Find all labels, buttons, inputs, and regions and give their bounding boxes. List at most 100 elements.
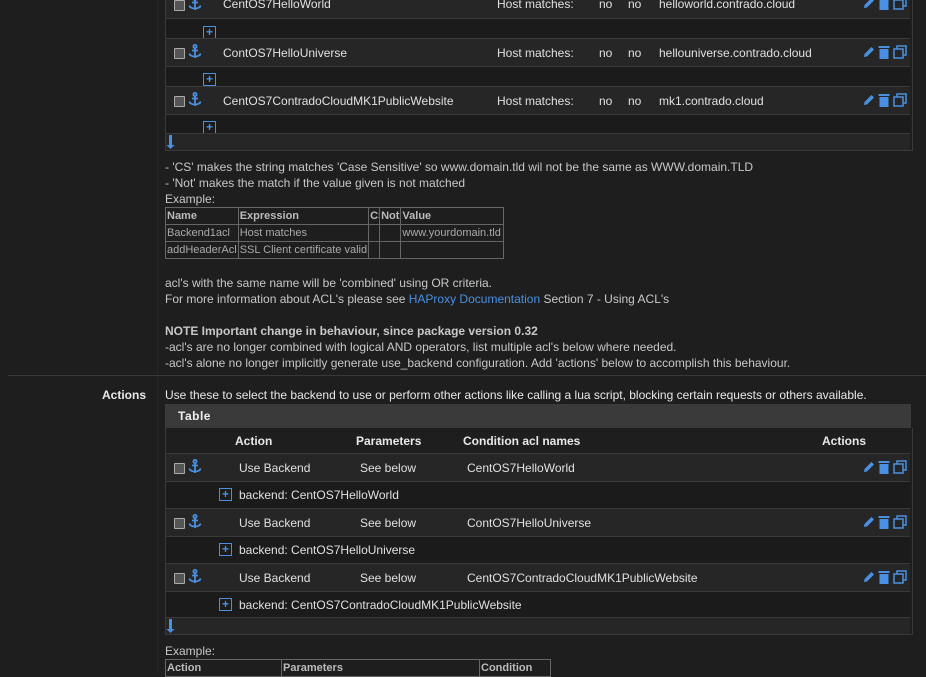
table-subrow: + backend: CentOS7HelloWorld (166, 481, 910, 508)
action-condition: CentOS7HelloWorld (467, 454, 575, 482)
left-label-column (8, 0, 158, 675)
acl-value: helloworld.contrado.cloud (659, 0, 795, 18)
important-note-2: -acl's alone no longer implicitly genera… (165, 356, 790, 370)
example-cell: addHeaderAcl (166, 242, 239, 259)
acl-not: no (628, 87, 641, 115)
delete-icon[interactable] (878, 45, 890, 62)
table-row: Use Backend See below CentOS7ContradoClo… (166, 563, 910, 592)
expand-plus-icon[interactable]: + (203, 73, 216, 86)
example-cell: Host matches (238, 225, 368, 242)
action-type: Use Backend (239, 564, 310, 592)
more-info-prefix: For more information about ACL's please … (165, 292, 409, 306)
acl-value: mk1.contrado.cloud (659, 87, 764, 115)
example-header-name: Name (166, 208, 239, 225)
more-info-line: For more information about ACL's please … (165, 292, 669, 306)
row-checkbox[interactable] (174, 463, 185, 474)
action-condition: ContOS7HelloUniverse (467, 509, 591, 537)
expand-plus-icon[interactable]: + (219, 543, 232, 556)
example-header-cs: CS (369, 208, 380, 225)
actions-table-footer (166, 617, 910, 634)
acl-not: no (628, 39, 641, 67)
anchor-icon[interactable] (188, 92, 202, 111)
row-checkbox[interactable] (174, 518, 185, 529)
table-subrow: + backend: CentOS7HelloUniverse (166, 536, 910, 563)
edit-icon[interactable] (862, 515, 876, 532)
example-cell (380, 242, 401, 259)
acl-expression: Host matches: (497, 87, 574, 115)
acl-not: no (628, 0, 641, 18)
action-parameters: See below (360, 454, 416, 482)
example-header-not: Not (380, 208, 401, 225)
column-action: Action (235, 428, 272, 454)
sort-arrow-icon[interactable] (166, 618, 176, 637)
copy-icon[interactable] (893, 515, 907, 532)
actions-column-headers: Action Parameters Condition acl names Ac… (166, 428, 910, 454)
example-cell: Backend1acl (166, 225, 239, 242)
copy-icon[interactable] (893, 460, 907, 477)
edit-icon[interactable] (862, 570, 876, 587)
example-header-condition: Condition (480, 660, 551, 677)
action-type: Use Backend (239, 509, 310, 537)
edit-icon[interactable] (862, 93, 876, 110)
row-checkbox[interactable] (174, 48, 185, 59)
edit-icon[interactable] (862, 0, 876, 13)
action-parameters: See below (360, 564, 416, 592)
important-title: NOTE Important change in behaviour, sinc… (165, 324, 538, 338)
action-type: Use Backend (239, 454, 310, 482)
delete-icon[interactable] (878, 0, 890, 13)
row-checkbox[interactable] (174, 96, 185, 107)
backend-detail: backend: CentOS7HelloWorld (239, 482, 399, 508)
backend-detail: backend: CentOS7ContradoCloudMK1PublicWe… (239, 592, 522, 618)
acl-name: ContOS7HelloUniverse (223, 39, 347, 67)
table-row: Use Backend See below ContOS7HelloUniver… (166, 508, 910, 537)
anchor-icon[interactable] (188, 514, 202, 533)
table-row: CentOS7ContradoCloudMK1PublicWebsite Hos… (166, 86, 910, 115)
edit-icon[interactable] (862, 460, 876, 477)
important-note-1: -acl's are no longer combined with logic… (165, 340, 677, 354)
haproxy-docs-link[interactable]: HAProxy Documentation (409, 292, 540, 306)
actions-example-table: Action Parameters Condition (165, 659, 551, 677)
action-parameters: See below (360, 509, 416, 537)
example-cell: www.yourdomain.tld (401, 225, 504, 242)
example-header-expression: Expression (238, 208, 368, 225)
acl-example-table: Name Expression CS Not Value Backend1acl… (165, 207, 504, 259)
copy-icon[interactable] (893, 93, 907, 110)
copy-icon[interactable] (893, 45, 907, 62)
delete-icon[interactable] (878, 460, 890, 477)
sort-arrow-icon[interactable] (166, 134, 176, 153)
expand-plus-icon[interactable]: + (219, 598, 232, 611)
example-header-parameters: Parameters (282, 660, 480, 677)
anchor-icon[interactable] (188, 44, 202, 63)
acl-table-footer (166, 133, 910, 150)
anchor-icon[interactable] (188, 459, 202, 478)
column-condition: Condition acl names (463, 428, 580, 454)
example-header-action: Action (166, 660, 282, 677)
acl-name: CentOS7ContradoCloudMK1PublicWebsite (223, 87, 454, 115)
anchor-icon[interactable] (188, 0, 202, 15)
copy-icon[interactable] (893, 0, 907, 13)
delete-icon[interactable] (878, 515, 890, 532)
table-row: CentOS7HelloWorld Host matches: no no he… (166, 0, 910, 18)
example-cell (401, 242, 504, 259)
example-cell (369, 225, 380, 242)
row-checkbox[interactable] (174, 0, 185, 11)
anchor-icon[interactable] (188, 569, 202, 588)
actions-section-label: Actions (102, 388, 146, 402)
delete-icon[interactable] (878, 93, 890, 110)
row-checkbox[interactable] (174, 573, 185, 584)
acl-name: CentOS7HelloWorld (223, 0, 331, 18)
expand-plus-icon[interactable]: + (219, 488, 232, 501)
actions-table-header: Table (165, 404, 911, 428)
acl-expression: Host matches: (497, 0, 574, 18)
combined-note: acl's with the same name will be 'combin… (165, 276, 492, 290)
actions-example-label: Example: (165, 644, 215, 658)
actions-description: Use these to select the backend to use o… (165, 388, 867, 402)
example-header-value: Value (401, 208, 504, 225)
section-divider (8, 375, 926, 376)
more-info-suffix: Section 7 - Using ACL's (540, 292, 669, 306)
edit-icon[interactable] (862, 45, 876, 62)
delete-icon[interactable] (878, 570, 890, 587)
example-cell (369, 242, 380, 259)
not-note: - 'Not' makes the match if the value giv… (165, 176, 465, 190)
copy-icon[interactable] (893, 570, 907, 587)
